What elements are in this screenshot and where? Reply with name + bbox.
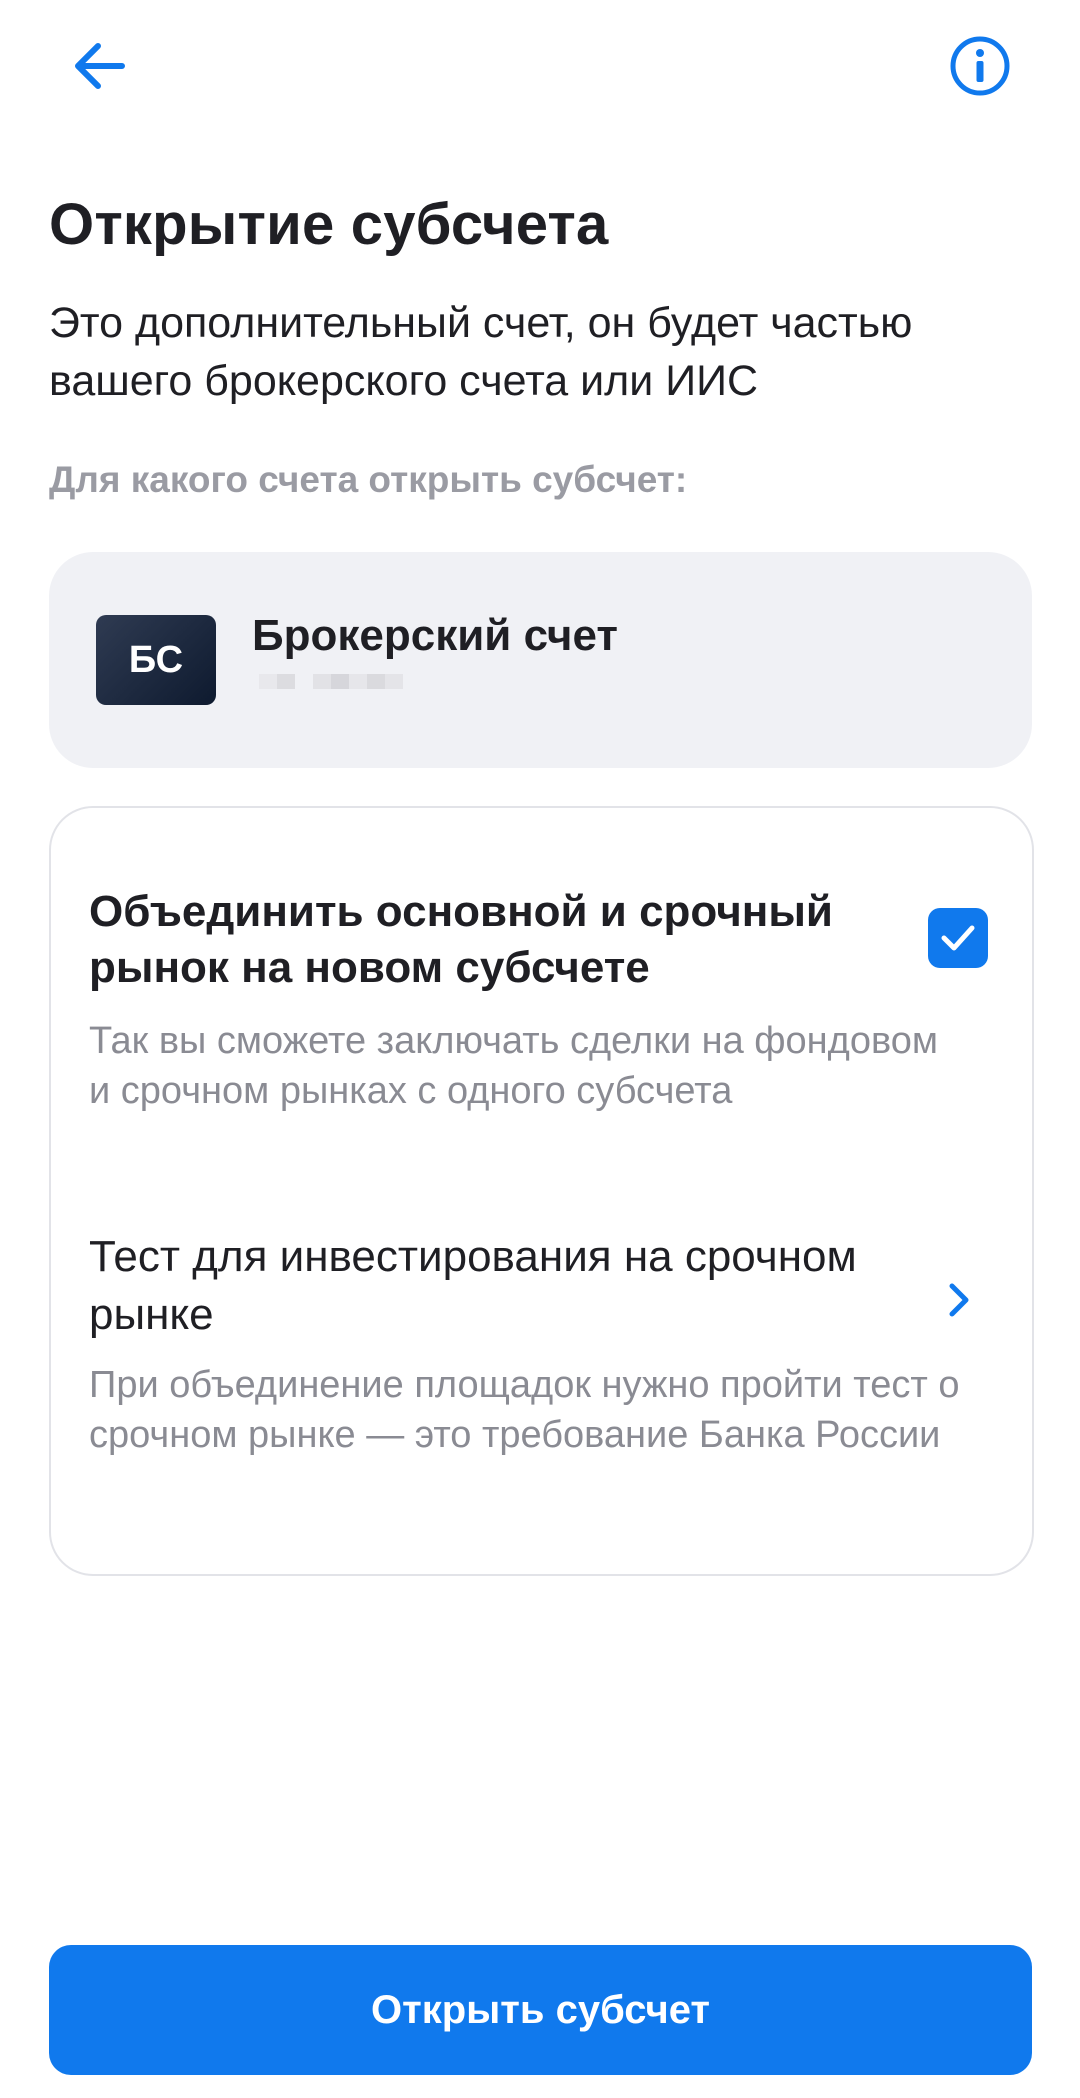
- merge-markets-description: Так вы сможете заключать сделки на фондо…: [89, 1020, 938, 1112]
- info-circle-icon: [950, 36, 1010, 96]
- merge-markets-title: Объединить основной и срочный рынок на н…: [89, 887, 833, 992]
- page-title: Открытие субсчета: [49, 192, 609, 257]
- account-number-masked: [259, 674, 403, 704]
- checkmark-icon: [941, 925, 975, 951]
- page-subtitle: Это дополнительный счет, он будет частью…: [49, 299, 913, 405]
- options-card: Объединить основной и срочный рынок на н…: [49, 806, 1034, 1576]
- derivatives-test-title: Тест для инвестирования на срочном рынке: [89, 1232, 857, 1339]
- merge-markets-checkbox[interactable]: [928, 908, 988, 968]
- account-name: Брокерский счет: [252, 611, 618, 660]
- account-section-label: Для какого счета открыть субсчет:: [49, 459, 688, 500]
- open-subaccount-button[interactable]: Открыть субсчет: [49, 1945, 1032, 2075]
- account-badge: БС: [96, 615, 216, 705]
- arrow-left-icon: [75, 43, 125, 89]
- back-button[interactable]: [52, 18, 148, 114]
- derivatives-test-description: При объединение площадок нужно пройти те…: [89, 1364, 960, 1456]
- account-selector[interactable]: БС Брокерский счет: [49, 552, 1032, 768]
- derivatives-test-link[interactable]: Тест для инвестирования на срочном рынке…: [51, 1228, 1032, 1528]
- info-button[interactable]: [932, 18, 1028, 114]
- chevron-right-icon: [949, 1283, 969, 1317]
